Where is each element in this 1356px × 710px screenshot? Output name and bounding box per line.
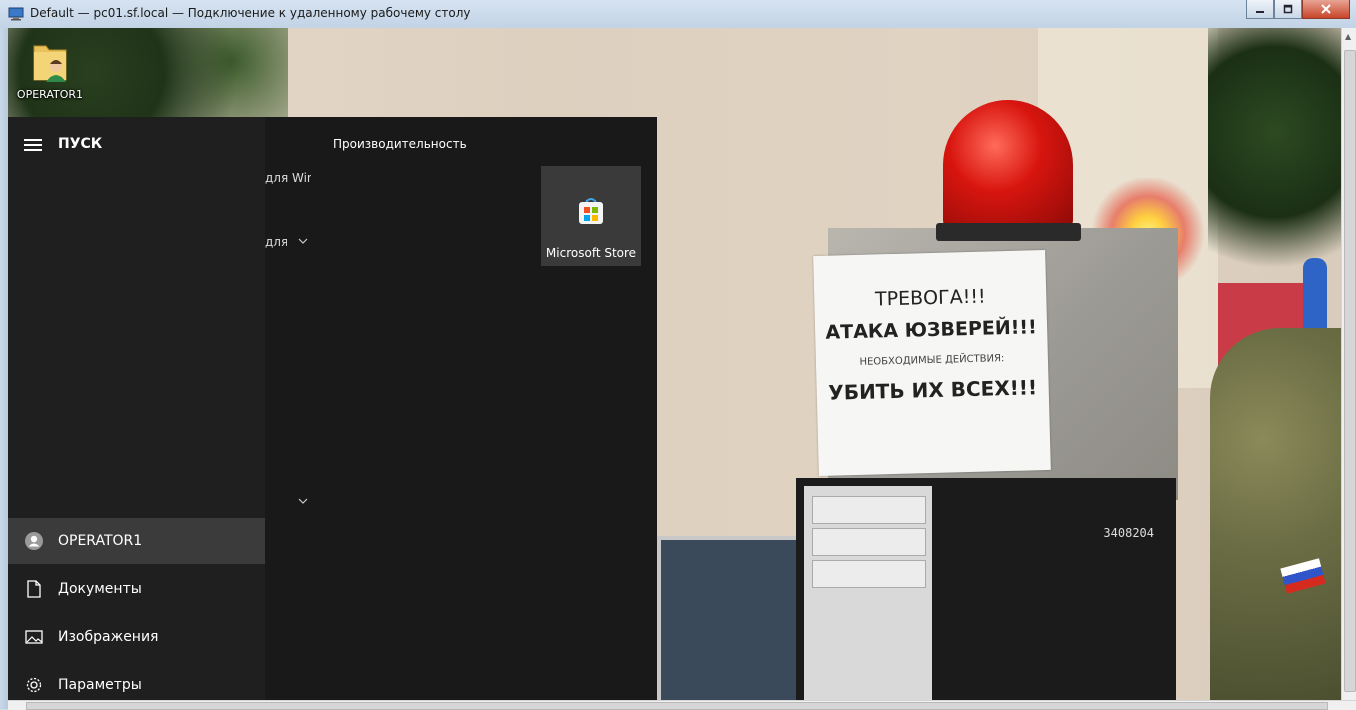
sign-line-3: НЕОБХОДИМЫЕ ДЕЙСТВИЯ: xyxy=(859,353,1005,368)
gear-icon xyxy=(24,675,44,695)
nav-item-label: OPERATOR1 xyxy=(58,533,143,549)
wallpaper-red-beacon xyxy=(943,100,1073,230)
desktop-icon-operator1[interactable]: OPERATOR1 xyxy=(14,40,86,101)
user-folder-icon xyxy=(30,40,70,84)
start-menu-header: ПУСК xyxy=(8,117,265,171)
wallpaper-drive xyxy=(812,496,926,524)
wallpaper-person xyxy=(1210,328,1341,700)
remote-desktop[interactable]: ТРЕВОГА!!! АТАКА ЮЗВЕРЕЙ!!! НЕОБХОДИМЫЕ … xyxy=(8,28,1341,700)
app-list-item[interactable]: для Win... xyxy=(265,171,311,185)
pictures-icon xyxy=(24,627,44,647)
restore-icon xyxy=(1283,4,1293,14)
remote-desktop-icon xyxy=(8,6,24,21)
nav-item-pictures[interactable]: Изображения xyxy=(8,614,265,660)
tiles-group-label: Производительность xyxy=(333,137,467,151)
chevron-down-icon[interactable] xyxy=(298,237,308,245)
scrollbar-thumb[interactable] xyxy=(1344,50,1356,692)
start-menu-nav: ПУСК OPERATOR1 Документы Изображения Пар… xyxy=(8,117,265,700)
wallpaper-drive-bays xyxy=(804,486,932,700)
window-left-border xyxy=(0,28,8,709)
nav-item-settings[interactable]: Параметры xyxy=(8,662,265,700)
wallpaper-beacon-base xyxy=(936,223,1081,241)
desktop-icon-label: OPERATOR1 xyxy=(16,88,84,101)
close-icon xyxy=(1321,4,1331,14)
wallpaper-warning-sign: ТРЕВОГА!!! АТАКА ЮЗВЕРЕЙ!!! НЕОБХОДИМЫЕ … xyxy=(813,250,1051,476)
close-button[interactable] xyxy=(1302,0,1350,19)
wallpaper-computer-case: 3408204 xyxy=(796,478,1176,700)
start-menu-title: ПУСК xyxy=(58,136,103,152)
vertical-scrollbar[interactable]: ▲ xyxy=(1341,28,1356,700)
document-icon xyxy=(24,579,44,599)
tile-label: Microsoft Store xyxy=(545,246,637,260)
sign-line-4: УБИТЬ ИХ ВСЕХ!!! xyxy=(828,375,1038,405)
nav-item-label: Документы xyxy=(58,581,142,597)
minimize-button[interactable] xyxy=(1246,0,1274,19)
nav-item-label: Параметры xyxy=(58,677,142,693)
app-list-item[interactable]: для... xyxy=(265,235,287,249)
minimize-icon xyxy=(1256,11,1264,13)
nav-item-label: Изображения xyxy=(58,629,159,645)
wallpaper-serial-number: 3408204 xyxy=(1103,526,1154,540)
sign-line-1: ТРЕВОГА!!! xyxy=(874,285,986,311)
user-icon xyxy=(24,531,44,551)
scroll-up-arrow-icon[interactable]: ▲ xyxy=(1345,32,1351,41)
wallpaper-plant-right xyxy=(1208,28,1341,288)
window-controls xyxy=(1246,0,1350,20)
wallpaper-monitor xyxy=(657,536,800,700)
wallpaper-drive xyxy=(812,560,926,588)
nav-item-documents[interactable]: Документы xyxy=(8,566,265,612)
chevron-down-icon[interactable] xyxy=(298,497,308,505)
window-titlebar: Default — pc01.sf.local — Подключение к … xyxy=(0,0,1356,29)
microsoft-store-icon xyxy=(575,194,607,226)
start-menu-content: для Win... для... Производительность Mic… xyxy=(265,117,657,700)
restore-button[interactable] xyxy=(1274,0,1302,19)
window-title: Default — pc01.sf.local — Подключение к … xyxy=(30,6,471,20)
sign-line-2: АТАКА ЮЗВЕРЕЙ!!! xyxy=(825,316,1038,344)
nav-item-user[interactable]: OPERATOR1 xyxy=(8,518,265,564)
tile-microsoft-store[interactable]: Microsoft Store xyxy=(541,166,641,266)
wallpaper-drive xyxy=(812,528,926,556)
hamburger-menu-icon[interactable] xyxy=(24,139,42,151)
